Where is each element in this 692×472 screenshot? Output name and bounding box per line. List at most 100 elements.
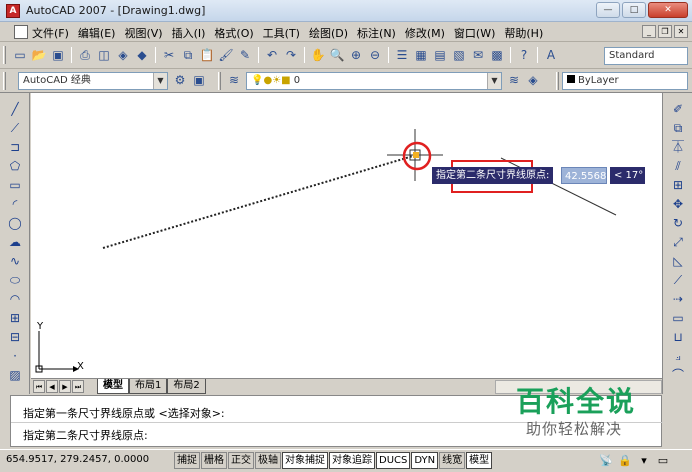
doc-close-button[interactable]: ✕ bbox=[674, 25, 688, 38]
undo-icon[interactable]: ↶ bbox=[264, 47, 280, 63]
design-center-icon[interactable]: ▦ bbox=[413, 47, 429, 63]
insert-block-icon[interactable]: ⊞ bbox=[6, 310, 24, 327]
tab-model[interactable]: 模型 bbox=[97, 379, 129, 394]
match-properties-icon[interactable]: 🖌 bbox=[218, 47, 234, 63]
toolbar-grip[interactable] bbox=[218, 72, 221, 90]
publish-icon[interactable]: ◈ bbox=[115, 47, 131, 63]
menu-modify[interactable]: 修改(M) bbox=[405, 25, 445, 41]
erase-icon[interactable]: ✐ bbox=[669, 101, 687, 118]
command-prompt-line[interactable]: 指定第二条尺寸界线原点: bbox=[23, 427, 148, 443]
save-icon[interactable]: ▣ bbox=[50, 47, 66, 63]
layer-previous-icon[interactable]: ◈ bbox=[525, 72, 541, 88]
previous-tab-icon[interactable]: ◀ bbox=[46, 380, 58, 393]
new-icon[interactable]: ▭ bbox=[12, 47, 28, 63]
drawing-area[interactable]: 指定第二条尺寸界线原点: 42.5568 < 17° Y X bbox=[31, 93, 662, 378]
document-icon[interactable] bbox=[14, 25, 28, 39]
tray-menu-icon[interactable]: ▾ bbox=[636, 453, 652, 469]
text-style-icon[interactable]: A bbox=[543, 47, 559, 63]
scale-icon[interactable]: ⤢ bbox=[669, 234, 687, 251]
redo-icon[interactable]: ↷ bbox=[283, 47, 299, 63]
3d-dwf-icon[interactable]: ◆ bbox=[134, 47, 150, 63]
menu-edit[interactable]: 编辑(E) bbox=[78, 25, 116, 41]
array-icon[interactable]: ⊞ bbox=[669, 177, 687, 194]
calculator-icon[interactable]: ▩ bbox=[489, 47, 505, 63]
model-toggle[interactable]: 模型 bbox=[466, 452, 493, 469]
lineweight-toggle[interactable]: 线宽 bbox=[439, 452, 466, 469]
sheet-set-icon[interactable]: ▧ bbox=[451, 47, 467, 63]
last-tab-icon[interactable]: ⏭ bbox=[72, 380, 84, 393]
make-current-layer-icon[interactable]: ≋ bbox=[506, 72, 522, 88]
markup-icon[interactable]: ✉ bbox=[470, 47, 486, 63]
cut-icon[interactable]: ✂ bbox=[161, 47, 177, 63]
workspace-select[interactable]: AutoCAD 经典 ▼ bbox=[18, 72, 168, 90]
coordinate-readout[interactable]: 654.9517, 279.2457, 0.0000 bbox=[6, 454, 149, 465]
point-icon[interactable]: · bbox=[6, 348, 24, 365]
osnap-toggle[interactable]: 对象捕捉 bbox=[282, 452, 328, 469]
menu-draw[interactable]: 绘图(D) bbox=[309, 25, 348, 41]
text-style-select[interactable]: Standard bbox=[604, 47, 688, 65]
spline-icon[interactable]: ∿ bbox=[6, 253, 24, 270]
otrack-toggle[interactable]: 对象追踪 bbox=[329, 452, 375, 469]
toolbar-grip[interactable] bbox=[556, 72, 559, 90]
workspace-settings-icon[interactable]: ⚙ bbox=[172, 72, 188, 88]
break-icon[interactable]: ▭ bbox=[669, 310, 687, 327]
tool-palettes-icon[interactable]: ▤ bbox=[432, 47, 448, 63]
print-icon[interactable]: ⎙ bbox=[77, 47, 93, 63]
copy-object-icon[interactable]: ⧉ bbox=[669, 120, 687, 137]
mirror-icon[interactable]: ⏄ bbox=[669, 139, 687, 156]
communication-center-icon[interactable]: 📡 bbox=[598, 453, 614, 469]
autocad-app-icon[interactable]: A bbox=[6, 4, 20, 18]
join-icon[interactable]: ⊔ bbox=[669, 329, 687, 346]
minimize-button[interactable]: — bbox=[596, 2, 620, 18]
menu-file[interactable]: 文件(F) bbox=[32, 25, 69, 41]
tab-layout1[interactable]: 布局1 bbox=[129, 379, 168, 394]
toolbar-grip[interactable] bbox=[3, 72, 6, 90]
menu-insert[interactable]: 插入(I) bbox=[172, 25, 206, 41]
close-button[interactable]: ✕ bbox=[648, 2, 688, 18]
dynamic-input-distance[interactable]: 42.5568 bbox=[561, 167, 607, 184]
hatch-icon[interactable]: ▨ bbox=[6, 367, 24, 384]
dynamic-input-angle[interactable]: < 17° bbox=[610, 167, 645, 184]
layer-manager-icon[interactable]: ≋ bbox=[226, 72, 242, 88]
menu-window[interactable]: 窗口(W) bbox=[454, 25, 495, 41]
workspace-save-icon[interactable]: ▣ bbox=[191, 72, 207, 88]
first-tab-icon[interactable]: ⏮ bbox=[33, 380, 45, 393]
menu-dimension[interactable]: 标注(N) bbox=[357, 25, 396, 41]
plot-preview-icon[interactable]: ◫ bbox=[96, 47, 112, 63]
line-icon[interactable]: ╱ bbox=[6, 101, 24, 118]
ducs-toggle[interactable]: DUCS bbox=[376, 452, 411, 469]
menu-format[interactable]: 格式(O) bbox=[214, 25, 253, 41]
open-icon[interactable]: 📂 bbox=[31, 47, 47, 63]
properties-icon[interactable]: ☰ bbox=[394, 47, 410, 63]
revision-cloud-icon[interactable]: ☁ bbox=[6, 234, 24, 251]
lock-icon[interactable]: 🔒 bbox=[617, 453, 633, 469]
chevron-down-icon[interactable]: ▼ bbox=[487, 73, 501, 89]
construction-line-icon[interactable]: ⟋ bbox=[6, 120, 24, 137]
polygon-icon[interactable]: ⬠ bbox=[6, 158, 24, 175]
menu-help[interactable]: 帮助(H) bbox=[504, 25, 543, 41]
pan-icon[interactable]: ✋ bbox=[310, 47, 326, 63]
polar-toggle[interactable]: 极轴 bbox=[255, 452, 281, 469]
move-icon[interactable]: ✥ bbox=[669, 196, 687, 213]
doc-minimize-button[interactable]: _ bbox=[642, 25, 656, 38]
grid-toggle[interactable]: 栅格 bbox=[201, 452, 227, 469]
help-icon[interactable]: ? bbox=[516, 47, 532, 63]
ellipse-icon[interactable]: ⬭ bbox=[6, 272, 24, 289]
color-select[interactable]: ByLayer bbox=[562, 72, 688, 90]
ortho-toggle[interactable]: 正交 bbox=[228, 452, 254, 469]
circle-icon[interactable]: ◯ bbox=[6, 215, 24, 232]
zoom-realtime-icon[interactable]: 🔍 bbox=[329, 47, 345, 63]
trim-icon[interactable]: ⟋ bbox=[669, 272, 687, 289]
menu-view[interactable]: 视图(V) bbox=[124, 25, 162, 41]
next-tab-icon[interactable]: ▶ bbox=[59, 380, 71, 393]
layer-select[interactable]: 💡●☀■ 0 ▼ bbox=[246, 72, 502, 90]
rectangle-icon[interactable]: ▭ bbox=[6, 177, 24, 194]
doc-restore-button[interactable]: ❐ bbox=[658, 25, 672, 38]
block-editor-icon[interactable]: ✎ bbox=[237, 47, 253, 63]
maximize-button[interactable]: □ bbox=[622, 2, 646, 18]
ellipse-arc-icon[interactable]: ◠ bbox=[6, 291, 24, 308]
chamfer-icon[interactable]: ⟓ bbox=[669, 348, 687, 365]
tab-layout2[interactable]: 布局2 bbox=[167, 379, 206, 394]
extend-icon[interactable]: ⇢ bbox=[669, 291, 687, 308]
fillet-icon[interactable]: ⌒ bbox=[669, 367, 687, 384]
